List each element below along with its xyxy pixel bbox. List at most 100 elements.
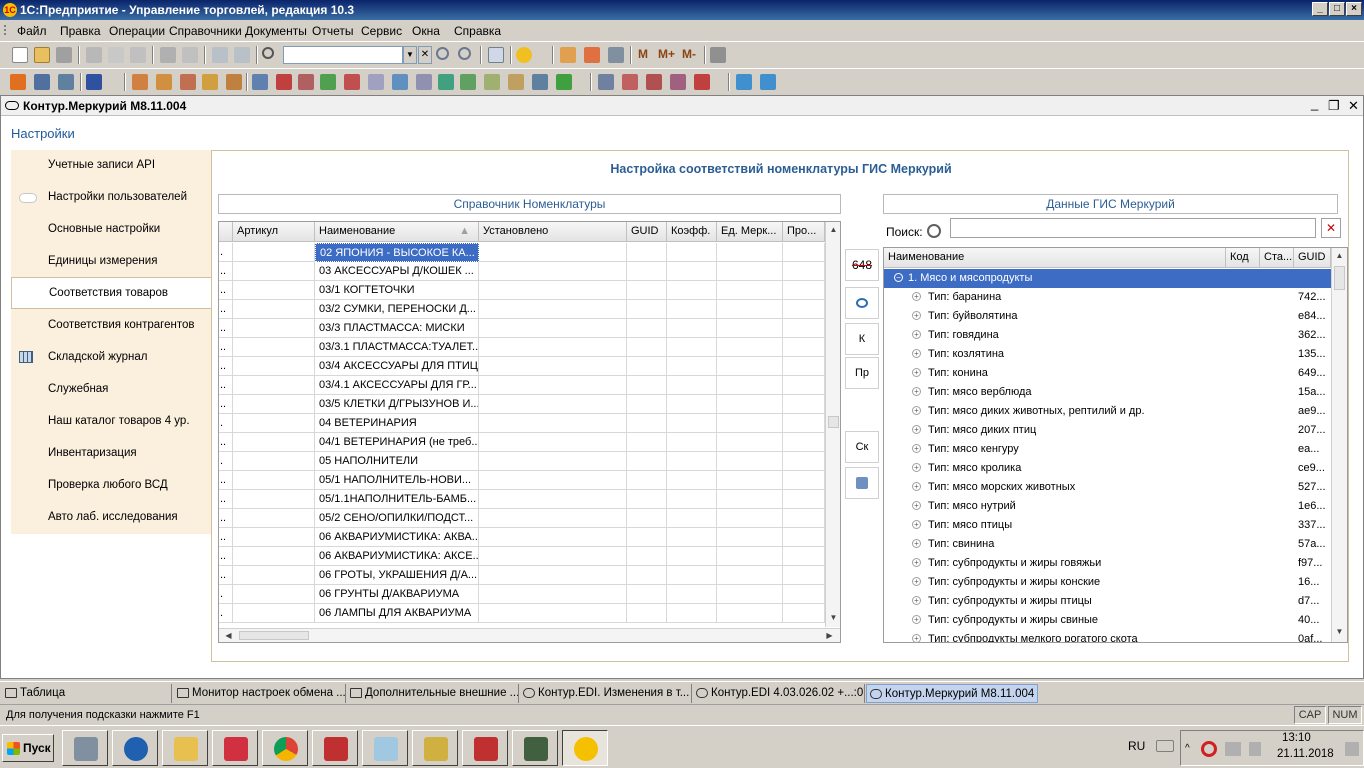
bank-icon[interactable] — [532, 74, 548, 90]
table-cell[interactable] — [783, 585, 825, 604]
doc-minimize-button[interactable]: _ — [1311, 96, 1318, 111]
taskbar-explorer[interactable] — [162, 730, 208, 766]
row-marker[interactable]: .. — [219, 490, 233, 509]
table-cell[interactable] — [783, 566, 825, 585]
scroll-up-icon[interactable]: ▲ — [1332, 248, 1347, 264]
table-cell[interactable] — [233, 300, 315, 319]
tree-item[interactable]: + Тип: конина 649... — [884, 364, 1331, 383]
expand-icon[interactable]: + — [912, 558, 921, 567]
table-cell[interactable] — [783, 452, 825, 471]
table-cell[interactable] — [783, 509, 825, 528]
nav-item-inventory[interactable]: Инвентаризация — [11, 438, 211, 470]
table-cell[interactable] — [233, 528, 315, 547]
pr-button[interactable]: Пр — [845, 357, 879, 389]
table-cell[interactable] — [627, 357, 667, 376]
table-cell[interactable] — [479, 452, 627, 471]
copy-icon[interactable] — [108, 47, 124, 63]
scroll-down-icon[interactable]: ▼ — [1332, 624, 1347, 640]
table-cell[interactable] — [717, 604, 783, 623]
table-cell[interactable] — [479, 262, 627, 281]
list-doc-icon[interactable] — [368, 74, 384, 90]
nomen-name-cell[interactable]: 06 ГРОТЫ, УКРАШЕНИЯ Д/А... — [315, 566, 479, 585]
tree-item[interactable]: + Тип: субпродукты и жиры птицы d7... — [884, 592, 1331, 611]
tree-item[interactable]: + Тип: мясо птицы 337... — [884, 516, 1331, 535]
new-doc-icon[interactable] — [12, 47, 28, 63]
table-cell[interactable] — [667, 452, 717, 471]
start-button[interactable]: Пуск — [2, 734, 54, 762]
scroll-up-icon[interactable]: ▲ — [826, 222, 840, 238]
expand-icon[interactable]: + — [912, 311, 921, 320]
table-cell[interactable] — [479, 395, 627, 414]
nomen-name-cell[interactable]: 06 ГРУНТЫ Д/АКВАРИУМА — [315, 585, 479, 604]
expand-icon[interactable]: + — [912, 292, 921, 301]
nomen-name-cell[interactable]: 03/3 ПЛАСТМАССА: МИСКИ — [315, 319, 479, 338]
discount-icon[interactable] — [622, 74, 638, 90]
row-marker[interactable]: .. — [219, 357, 233, 376]
row-marker[interactable]: . — [219, 414, 233, 433]
table-cell[interactable] — [717, 357, 783, 376]
table-cell[interactable] — [627, 262, 667, 281]
row-marker[interactable]: .. — [219, 319, 233, 338]
nomen-name-cell[interactable]: 03/2 СУМКИ, ПЕРЕНОСКИ Д... — [315, 300, 479, 319]
tab-exchange-monitor[interactable]: Монитор настроек обмена ... — [174, 684, 346, 703]
order-icon[interactable] — [252, 74, 268, 90]
table-cell[interactable] — [783, 471, 825, 490]
collapse-icon[interactable]: − — [894, 273, 903, 282]
table-cell[interactable] — [667, 395, 717, 414]
table-cell[interactable] — [667, 528, 717, 547]
table-cell[interactable] — [479, 319, 627, 338]
expand-icon[interactable]: + — [912, 425, 921, 434]
table-cell[interactable] — [479, 471, 627, 490]
toolbar-search-input[interactable] — [283, 46, 403, 64]
expand-icon[interactable]: + — [912, 330, 921, 339]
table-cell[interactable] — [667, 262, 717, 281]
table-cell[interactable] — [233, 357, 315, 376]
expand-icon[interactable]: + — [912, 444, 921, 453]
tree-item[interactable]: + Тип: субпродукты мелкого рогатого скота… — [884, 630, 1331, 642]
table-cell[interactable] — [783, 528, 825, 547]
tree-item[interactable]: + Тип: мясо морских животных 527... — [884, 478, 1331, 497]
clock-time[interactable]: 13:10 — [1282, 732, 1311, 744]
taskbar-toolbox[interactable] — [312, 730, 358, 766]
doc-journal-icon[interactable] — [10, 74, 26, 90]
table-cell[interactable] — [667, 414, 717, 433]
row-marker[interactable]: .. — [219, 281, 233, 300]
goods-icon[interactable] — [132, 74, 148, 90]
table-cell[interactable] — [627, 528, 667, 547]
table-cell[interactable] — [717, 433, 783, 452]
col-installed[interactable]: Установлено — [479, 222, 627, 242]
row-marker[interactable]: .. — [219, 471, 233, 490]
row-marker[interactable]: .. — [219, 509, 233, 528]
nav-item-units[interactable]: Единицы измерения — [11, 246, 211, 278]
table-cell[interactable] — [783, 490, 825, 509]
nomen-hscrollbar[interactable]: ◀ ▶ — [219, 628, 840, 642]
minimize-button[interactable]: _ — [1312, 2, 1328, 16]
table-cell[interactable] — [667, 338, 717, 357]
table-cell[interactable] — [667, 319, 717, 338]
nav-item-goods-mapping[interactable]: Соответствия товаров — [11, 277, 214, 309]
maximize-button[interactable]: □ — [1329, 2, 1345, 16]
add-list-button[interactable] — [845, 467, 879, 499]
row-marker[interactable]: . — [219, 604, 233, 623]
memory-minus-button[interactable]: M- — [682, 47, 696, 61]
people-icon[interactable] — [86, 74, 102, 90]
preview-icon[interactable] — [182, 47, 198, 63]
tree-item[interactable]: + Тип: мясо диких птиц 207... — [884, 421, 1331, 440]
table-cell[interactable] — [783, 357, 825, 376]
scroll-down-icon[interactable]: ▼ — [826, 610, 840, 626]
taskbar-powershell[interactable] — [112, 730, 158, 766]
nav-item-user-settings[interactable]: Настройки пользователей — [11, 182, 211, 214]
nav-item-warehouse-journal[interactable]: Складской журнал — [11, 342, 211, 374]
table-cell[interactable] — [667, 433, 717, 452]
table-cell[interactable] — [717, 452, 783, 471]
table-cell[interactable] — [627, 300, 667, 319]
search-clear-button[interactable]: ✕ — [418, 46, 432, 64]
menu-file[interactable]: Файл — [17, 24, 47, 38]
menu-service[interactable]: Сервис — [361, 24, 402, 38]
memory-m-button[interactable]: M — [638, 47, 648, 61]
col-merc-guid[interactable]: GUID — [1294, 248, 1331, 268]
merc-vscrollbar[interactable]: ▲ ▼ — [1331, 248, 1347, 642]
table-cell[interactable] — [717, 547, 783, 566]
mercury-search-input[interactable] — [950, 218, 1316, 238]
open-folder-icon[interactable] — [34, 47, 50, 63]
